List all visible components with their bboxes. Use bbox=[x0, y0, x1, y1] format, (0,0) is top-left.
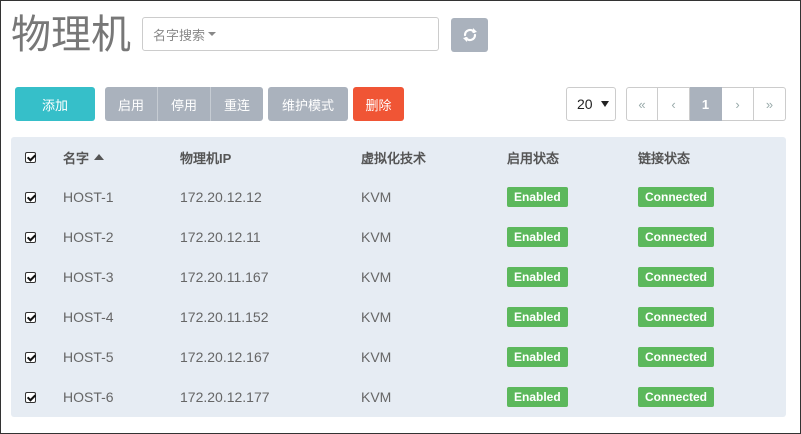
row-checkbox[interactable] bbox=[25, 271, 36, 283]
enabled-status-badge: Enabled bbox=[507, 187, 568, 207]
host-ip: 172.20.11.167 bbox=[180, 269, 269, 285]
next-page-button[interactable]: › bbox=[722, 87, 754, 121]
state-button-group: 启用 停用 重连 bbox=[105, 87, 263, 121]
host-name: HOST-5 bbox=[63, 349, 114, 365]
host-name: HOST-6 bbox=[63, 389, 114, 405]
host-virt: KVM bbox=[361, 309, 392, 325]
column-header-ip: 物理机IP bbox=[180, 150, 232, 166]
table-row[interactable]: HOST-3 172.20.11.167 KVM Enabled Connect… bbox=[11, 257, 786, 297]
host-ip: 172.20.12.167 bbox=[180, 349, 270, 365]
row-checkbox[interactable] bbox=[25, 311, 36, 323]
current-page-button[interactable]: 1 bbox=[690, 87, 722, 121]
connection-status-badge: Connected bbox=[638, 267, 715, 287]
caret-down-icon[interactable] bbox=[208, 32, 217, 36]
enabled-status-badge: Enabled bbox=[507, 307, 568, 327]
host-virt: KVM bbox=[361, 269, 392, 285]
page-title: 物理机 bbox=[11, 12, 131, 58]
host-ip: 172.20.12.11 bbox=[180, 229, 261, 245]
reconnect-button[interactable]: 重连 bbox=[211, 87, 263, 121]
last-page-button[interactable]: » bbox=[754, 87, 786, 121]
host-virt: KVM bbox=[361, 189, 392, 205]
row-checkbox[interactable] bbox=[25, 191, 36, 203]
table-row[interactable]: HOST-1 172.20.12.12 KVM Enabled Connecte… bbox=[11, 177, 786, 217]
disable-button[interactable]: 停用 bbox=[158, 87, 211, 121]
connection-status-badge: Connected bbox=[638, 347, 715, 367]
prev-page-button[interactable]: ‹ bbox=[658, 87, 690, 121]
host-name: HOST-4 bbox=[63, 309, 114, 325]
maintenance-mode-button[interactable]: 维护模式 bbox=[268, 87, 348, 121]
connection-status-badge: Connected bbox=[638, 227, 715, 247]
row-checkbox[interactable] bbox=[25, 391, 36, 403]
enable-button[interactable]: 启用 bbox=[105, 87, 158, 121]
search-input[interactable]: 名字搜索 bbox=[142, 17, 439, 51]
hosts-table: 名字 物理机IP 虚拟化技术 启用状态 链接状态 HOST-1 172.20.1… bbox=[11, 137, 786, 417]
host-ip: 172.20.11.152 bbox=[180, 309, 269, 325]
table-row[interactable]: HOST-6 172.20.12.177 KVM Enabled Connect… bbox=[11, 377, 786, 417]
page-size-select[interactable]: 20 bbox=[566, 87, 616, 121]
column-header-enabled-status: 启用状态 bbox=[507, 150, 560, 166]
search-placeholder: 名字搜索 bbox=[153, 27, 206, 43]
delete-button[interactable]: 删除 bbox=[353, 87, 404, 121]
enabled-status-badge: Enabled bbox=[507, 267, 568, 287]
pagination: « ‹ 1 › » bbox=[626, 87, 786, 121]
refresh-button[interactable] bbox=[451, 18, 488, 52]
host-ip: 172.20.12.12 bbox=[180, 189, 262, 205]
enabled-status-badge: Enabled bbox=[507, 387, 568, 407]
host-name: HOST-2 bbox=[63, 229, 114, 245]
column-header-name[interactable]: 名字 bbox=[63, 137, 105, 177]
enabled-status-badge: Enabled bbox=[507, 227, 568, 247]
host-virt: KVM bbox=[361, 229, 392, 245]
connection-status-badge: Connected bbox=[638, 307, 715, 327]
host-virt: KVM bbox=[361, 349, 392, 365]
enabled-status-badge: Enabled bbox=[507, 347, 568, 367]
row-checkbox[interactable] bbox=[25, 351, 36, 363]
connection-status-badge: Connected bbox=[638, 187, 715, 207]
add-button[interactable]: 添加 bbox=[15, 87, 95, 121]
sort-asc-icon bbox=[94, 154, 105, 160]
host-virt: KVM bbox=[361, 389, 392, 405]
table-row[interactable]: HOST-2 172.20.12.11 KVM Enabled Connecte… bbox=[11, 217, 786, 257]
select-all-checkbox[interactable] bbox=[25, 151, 36, 163]
connection-status-badge: Connected bbox=[638, 387, 715, 407]
host-name: HOST-3 bbox=[63, 269, 114, 285]
page-size-value: 20 bbox=[577, 96, 593, 112]
refresh-icon bbox=[462, 28, 477, 42]
host-name: HOST-1 bbox=[63, 189, 114, 205]
column-header-connection-status: 链接状态 bbox=[638, 150, 691, 166]
host-ip: 172.20.12.177 bbox=[180, 389, 270, 405]
column-header-virtualization: 虚拟化技术 bbox=[361, 150, 427, 166]
row-checkbox[interactable] bbox=[25, 231, 36, 243]
table-header: 名字 物理机IP 虚拟化技术 启用状态 链接状态 bbox=[11, 137, 786, 177]
caret-down-icon bbox=[601, 101, 609, 107]
table-row[interactable]: HOST-5 172.20.12.167 KVM Enabled Connect… bbox=[11, 337, 786, 377]
table-row[interactable]: HOST-4 172.20.11.152 KVM Enabled Connect… bbox=[11, 297, 786, 337]
first-page-button[interactable]: « bbox=[626, 87, 658, 121]
